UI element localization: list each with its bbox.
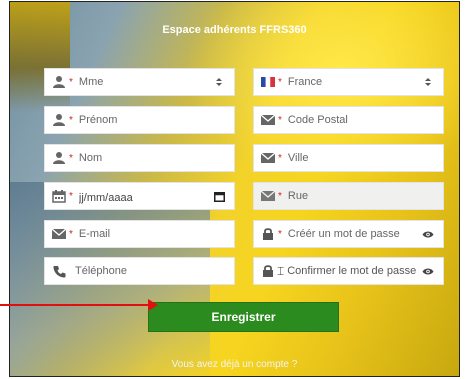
calendar-picker-icon[interactable] bbox=[212, 189, 226, 203]
password-placeholder: Créér un mot de passe bbox=[287, 228, 400, 240]
password-input[interactable]: * Créér un mot de passe bbox=[253, 220, 444, 248]
city-placeholder: Ville bbox=[287, 152, 309, 164]
postal-code-input[interactable]: * Code Postal bbox=[253, 106, 444, 134]
password-confirm-input[interactable]: ⌶ Confirmer le mot de passe bbox=[253, 257, 444, 285]
city-input[interactable]: * Ville bbox=[253, 144, 444, 172]
annotation-arrow-head bbox=[148, 299, 158, 311]
envelope-icon bbox=[51, 226, 67, 242]
register-button[interactable]: Enregistrer bbox=[148, 302, 339, 332]
flag-france-icon bbox=[260, 74, 276, 90]
civility-value: Mme bbox=[78, 76, 104, 88]
birthdate-input[interactable]: * jj/mm/aaaa bbox=[44, 182, 235, 210]
phone-placeholder: Téléphone bbox=[75, 265, 127, 277]
envelope-icon bbox=[260, 150, 276, 166]
envelope-icon bbox=[260, 112, 276, 128]
lastname-placeholder: Nom bbox=[78, 152, 103, 164]
birthdate-placeholder: jj/mm/aaaa bbox=[78, 192, 133, 204]
firstname-placeholder: Prénom bbox=[78, 114, 118, 126]
eye-icon[interactable] bbox=[421, 227, 435, 241]
lastname-input[interactable]: * Nom bbox=[44, 144, 235, 172]
phone-input[interactable]: Téléphone bbox=[44, 257, 235, 285]
lock-icon bbox=[260, 263, 276, 279]
lock-icon bbox=[260, 226, 276, 242]
user-icon bbox=[51, 150, 67, 166]
phone-icon bbox=[51, 263, 67, 279]
envelope-icon bbox=[260, 188, 276, 204]
login-link[interactable]: Vous avez déjà un compte ? bbox=[10, 359, 459, 370]
eye-icon[interactable] bbox=[421, 264, 435, 278]
select-arrows-icon bbox=[421, 75, 435, 89]
firstname-input[interactable]: * Prénom bbox=[44, 106, 235, 134]
select-arrows-icon bbox=[212, 75, 226, 89]
street-input[interactable]: * Rue bbox=[253, 182, 444, 210]
postal-code-placeholder: Code Postal bbox=[287, 114, 348, 126]
civility-select[interactable]: * Mme bbox=[44, 68, 235, 96]
annotation-arrow bbox=[0, 304, 148, 306]
user-icon bbox=[51, 112, 67, 128]
user-icon bbox=[51, 74, 67, 90]
email-placeholder: E-mail bbox=[78, 228, 111, 240]
text-cursor-icon: ⌶ bbox=[277, 263, 285, 278]
street-placeholder: Rue bbox=[287, 190, 309, 202]
password-confirm-placeholder: Confirmer le mot de passe bbox=[287, 265, 417, 277]
page-title: Espace adhérents FFRS360 bbox=[162, 24, 307, 36]
country-select[interactable]: * France bbox=[253, 68, 444, 96]
calendar-icon bbox=[51, 188, 67, 204]
country-value: France bbox=[287, 76, 323, 88]
email-input[interactable]: * E-mail bbox=[44, 220, 235, 248]
